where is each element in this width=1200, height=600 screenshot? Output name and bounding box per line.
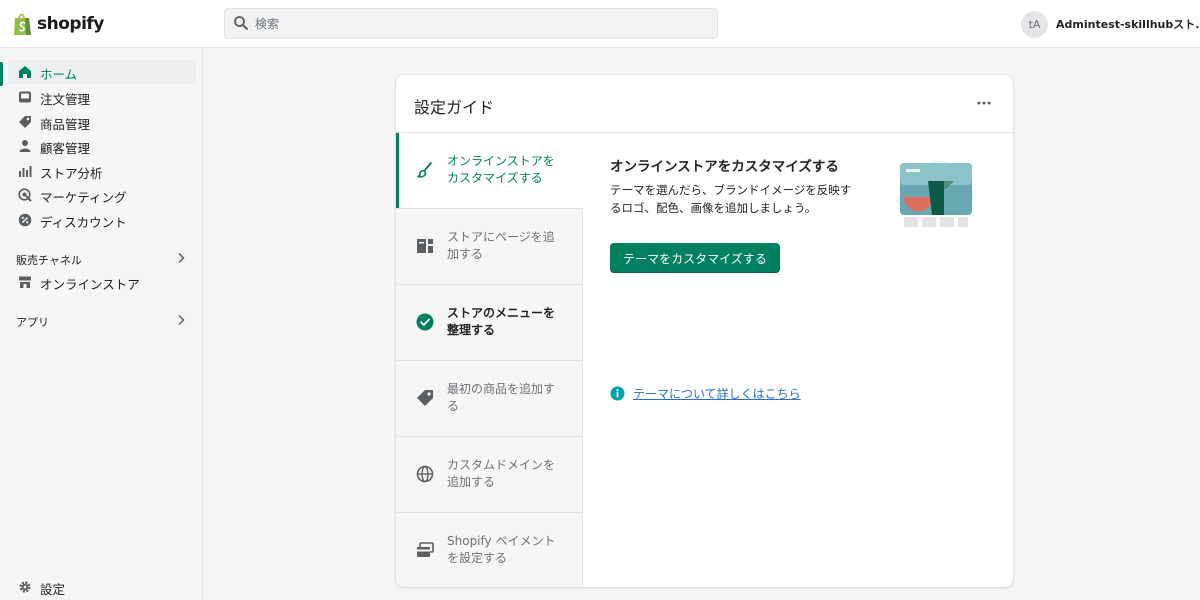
globe-icon xyxy=(416,465,434,483)
step-label: ストアのメニューを 整理する xyxy=(447,306,556,337)
sidebar-item-label: 顧客管理 xyxy=(40,141,91,156)
page-icon xyxy=(417,239,433,253)
inbox-icon xyxy=(19,91,31,103)
sidebar-item-products[interactable]: 商品管理 xyxy=(8,110,196,134)
avatar[interactable]: tA xyxy=(1021,10,1048,38)
sidebar-item-analytics[interactable]: ストア分析 xyxy=(8,159,196,183)
step-label: Shopify ペイメント を設定する xyxy=(447,534,556,565)
search-input[interactable] xyxy=(255,9,705,38)
active-indicator xyxy=(0,62,3,86)
card-title: 設定ガイド xyxy=(414,98,495,117)
step-label: オンラインストアを カスタマイズする xyxy=(447,154,555,185)
apps-heading: アプリ xyxy=(16,316,49,329)
ellipsis-icon xyxy=(977,101,991,105)
step-customize-store[interactable]: オンラインストアを カスタマイズする xyxy=(396,133,583,209)
card-icon xyxy=(417,542,434,557)
person-icon xyxy=(19,140,31,152)
chevron-right-icon[interactable] xyxy=(175,314,187,326)
discount-icon xyxy=(18,213,32,227)
sidebar-item-home[interactable]: ホーム xyxy=(8,60,196,84)
shopping-bag-icon xyxy=(14,13,31,35)
setup-steps-list: オンラインストアを カスタマイズする ストアにページを追 加する ストアのメニュ… xyxy=(396,133,583,587)
sidebar-item-orders[interactable]: 注文管理 xyxy=(8,85,196,109)
info-icon xyxy=(610,386,625,401)
account-menu[interactable]: tA Admintest-skillhubスト... xyxy=(1021,10,1200,38)
setup-guide-card: 設定ガイド オンラインストアを カスタマイズする ストアにページを追 加する ス… xyxy=(396,75,1013,587)
step-label: カスタムドメインを 追加する xyxy=(447,458,556,489)
checkmark-circle-icon xyxy=(416,313,434,331)
bar-chart-icon xyxy=(19,166,32,177)
theme-illustration xyxy=(900,161,973,229)
sales-channels-heading: 販売チャネル xyxy=(16,254,82,267)
chevron-right-icon[interactable] xyxy=(175,252,187,264)
step-add-first-product[interactable]: 最初の商品を追加す る xyxy=(396,361,582,437)
step-add-pages[interactable]: ストアにページを追 加する xyxy=(396,209,582,285)
home-icon xyxy=(19,66,31,78)
search-bar[interactable] xyxy=(224,8,718,39)
paintbrush-icon xyxy=(417,162,432,178)
sidebar-item-label: 設定 xyxy=(40,582,66,597)
tag-icon xyxy=(19,116,31,128)
sidebar-item-online-store[interactable]: オンラインストア xyxy=(8,270,196,294)
step-setup-shopify-payments[interactable]: Shopify ペイメント を設定する xyxy=(396,513,582,587)
top-bar: shopify tA Admintest-skillhubスト... xyxy=(0,0,1200,48)
customize-theme-button[interactable]: テーマをカスタマイズする xyxy=(610,243,780,273)
sidebar-item-discounts[interactable]: ディスカウント xyxy=(8,208,196,232)
learn-more-link-text[interactable]: テーマについて詳しくはこちら xyxy=(633,385,801,402)
gear-icon xyxy=(19,581,31,593)
learn-more-link[interactable]: テーマについて詳しくはこちら xyxy=(610,385,801,402)
step-detail-description: テーマを選んだら、ブランドイメージを反映するロゴ、配色、画像を追加しましょう。 xyxy=(610,183,852,215)
store-name[interactable]: Admintest-skillhubスト... xyxy=(1056,16,1200,32)
target-icon xyxy=(18,188,32,202)
sidebar-item-marketing[interactable]: マーケティング xyxy=(8,183,196,207)
sidebar-item-customers[interactable]: 顧客管理 xyxy=(8,134,196,158)
step-label: ストアにページを追 加する xyxy=(447,230,555,261)
sidebar-item-label: オンラインストア xyxy=(40,277,140,292)
step-detail-title: オンラインストアをカスタマイズする xyxy=(610,159,839,175)
sidebar-item-label: マーケティング xyxy=(40,190,127,205)
sidebar-item-label: 商品管理 xyxy=(40,117,91,132)
card-header: 設定ガイド xyxy=(396,75,1013,133)
more-actions-button[interactable] xyxy=(973,95,995,111)
step-label: 最初の商品を追加す る xyxy=(447,382,556,413)
tag-icon xyxy=(417,390,433,406)
search-icon xyxy=(234,16,248,30)
step-organize-menu[interactable]: ストアのメニューを 整理する xyxy=(396,285,582,361)
store-icon xyxy=(19,276,31,288)
sidebar-item-label: ディスカウント xyxy=(40,215,127,230)
sidebar-item-label: ホーム xyxy=(40,67,78,82)
step-add-custom-domain[interactable]: カスタムドメインを 追加する xyxy=(396,437,582,513)
sidebar-item-settings[interactable]: 設定 xyxy=(8,575,196,599)
logo-text: shopify xyxy=(37,14,104,34)
sidebar: ホーム 注文管理 商品管理 顧客管理 ストア分析 マーケティング ディスカウント… xyxy=(0,48,203,600)
shopify-logo[interactable]: shopify xyxy=(12,11,104,37)
sidebar-item-label: ストア分析 xyxy=(40,166,103,181)
sidebar-item-label: 注文管理 xyxy=(40,92,91,107)
